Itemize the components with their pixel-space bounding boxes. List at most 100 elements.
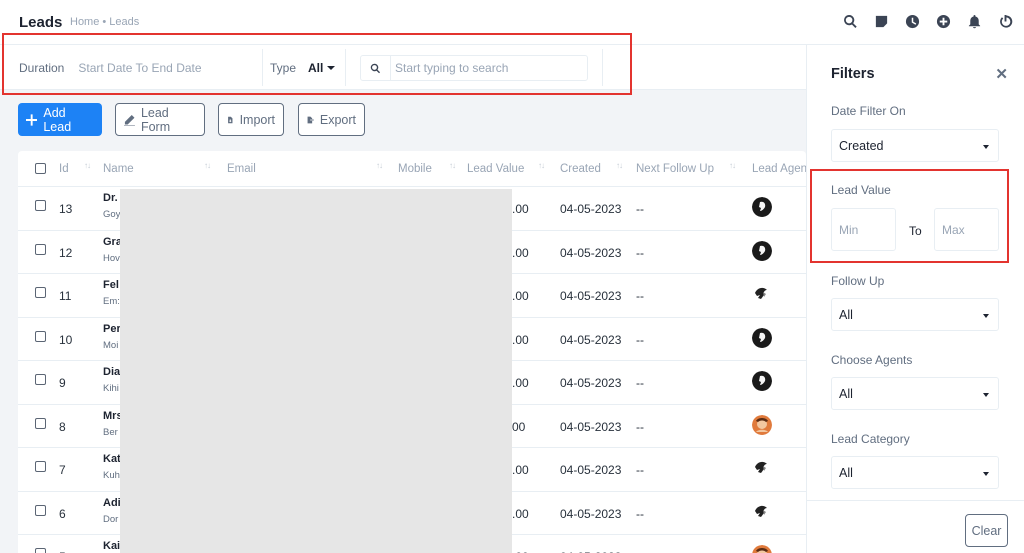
lead-value-max-input[interactable] <box>934 208 999 251</box>
select-all-checkbox[interactable] <box>35 163 46 174</box>
file-export-icon <box>307 116 314 123</box>
row-checkbox[interactable] <box>35 330 46 342</box>
cell-created: 04-05-2023 <box>560 376 622 390</box>
cell-next-follow-up: -- <box>636 332 644 347</box>
col-next-follow-up[interactable]: Next Follow Up <box>636 163 714 175</box>
col-lead-value[interactable]: Lead Value <box>467 163 524 175</box>
add-lead-label: Add Lead <box>43 105 72 134</box>
search-input[interactable] <box>391 61 581 75</box>
bell-icon[interactable] <box>965 12 983 30</box>
add-circle-icon[interactable] <box>934 12 952 30</box>
redacted-region <box>120 189 512 553</box>
col-created[interactable]: Created <box>560 163 601 175</box>
type-select[interactable]: All <box>308 61 335 75</box>
cell-name[interactable]: Kat <box>103 453 121 465</box>
follow-up-select[interactable]: All <box>831 298 999 331</box>
search-field[interactable] <box>360 55 588 81</box>
power-icon[interactable] <box>996 12 1014 30</box>
cell-name[interactable]: Dia <box>103 366 120 378</box>
date-range-input[interactable]: Start Date To End Date <box>78 61 201 75</box>
sort-icon: ↑↓ <box>729 161 736 170</box>
agent-avatar[interactable] <box>752 371 772 391</box>
row-checkbox[interactable] <box>35 504 46 516</box>
agent-avatar[interactable] <box>752 197 772 217</box>
cell-company: Hov <box>103 252 120 264</box>
cell-lead-value: .00 <box>512 376 529 390</box>
row-checkbox[interactable] <box>35 374 46 385</box>
row-checkbox[interactable] <box>35 417 46 429</box>
lead-value-min-input[interactable] <box>831 208 896 251</box>
agent-avatar[interactable] <box>752 501 772 522</box>
sticky-note-icon[interactable] <box>872 12 890 30</box>
import-label: Import <box>239 112 275 127</box>
cell-created: 04-05-2023 <box>560 506 622 521</box>
cell-next-follow-up: -- <box>636 202 644 216</box>
cell-name[interactable]: Adi <box>103 497 121 509</box>
cell-id: 9 <box>59 376 66 390</box>
cell-name[interactable]: Kai <box>103 540 120 552</box>
cell-id: 10 <box>59 332 73 347</box>
filter-bar: Duration Start Date To End Date Type All <box>0 45 806 90</box>
agents-select[interactable]: All <box>831 377 999 410</box>
cell-next-follow-up: -- <box>636 289 644 303</box>
agent-avatar[interactable] <box>752 458 772 478</box>
agent-avatar[interactable] <box>752 240 772 261</box>
clock-icon[interactable] <box>903 12 921 30</box>
pencil-icon <box>124 114 135 125</box>
row-checkbox[interactable] <box>35 200 46 211</box>
agent-avatar[interactable] <box>752 284 772 304</box>
cell-next-follow-up: -- <box>636 419 644 434</box>
col-mobile[interactable]: Mobile <box>398 163 432 175</box>
type-label: Type <box>270 60 297 75</box>
cell-created: 04-05-2023 <box>560 245 622 260</box>
col-email[interactable]: Email <box>227 163 256 175</box>
cell-created: 04-05-2023 <box>560 419 622 434</box>
row-checkbox[interactable] <box>35 548 46 553</box>
lead-category-select[interactable]: All <box>831 456 999 489</box>
panel-divider <box>807 500 1024 501</box>
row-checkbox[interactable] <box>35 287 46 298</box>
agent-avatar[interactable] <box>752 545 772 553</box>
filters-panel: Filters ✕ Date Filter On Created Lead Va… <box>806 45 1024 553</box>
cell-id: 12 <box>59 245 73 260</box>
agent-avatar[interactable] <box>752 327 772 348</box>
cell-created: 04-05-2023 <box>560 332 622 347</box>
sort-icon: ↑↓ <box>204 161 211 170</box>
clear-button[interactable]: Clear <box>965 514 1008 547</box>
cell-lead-value: .00 <box>512 332 529 347</box>
cell-id: 13 <box>59 202 73 216</box>
agent-avatar[interactable] <box>752 414 772 435</box>
cell-created: 04-05-2023 <box>560 289 622 303</box>
file-import-icon <box>228 116 233 123</box>
row-checkbox[interactable] <box>35 243 46 255</box>
import-button[interactable]: Import <box>218 103 284 136</box>
search-icon[interactable] <box>841 12 859 30</box>
lead-form-label: Lead Form <box>140 105 171 134</box>
add-lead-button[interactable]: Add Lead <box>18 103 102 136</box>
row-checkbox[interactable] <box>35 461 46 472</box>
filters-title: Filters <box>831 66 875 82</box>
cell-name[interactable]: Per <box>103 323 121 335</box>
col-id[interactable]: Id <box>59 163 69 175</box>
sort-icon: ↑↓ <box>538 161 545 170</box>
duration-filter[interactable]: Duration Start Date To End Date <box>19 45 202 90</box>
cell-lead-value: .00 <box>512 289 529 303</box>
cell-lead-value: .00 <box>512 245 529 260</box>
close-icon[interactable]: ✕ <box>995 65 1008 83</box>
divider <box>262 49 263 86</box>
cell-name[interactable]: Dr. <box>103 192 118 204</box>
col-lead-agent[interactable]: Lead Agen <box>752 163 806 175</box>
lead-form-button[interactable]: Lead Form <box>115 103 205 136</box>
date-filter-select[interactable]: Created <box>831 129 999 162</box>
cell-name[interactable]: Fel <box>103 279 119 291</box>
cell-company: Kuh <box>103 470 120 481</box>
cell-next-follow-up: -- <box>636 506 644 521</box>
divider <box>345 49 346 86</box>
export-button[interactable]: Export <box>298 103 365 136</box>
lead-category-label: Lead Category <box>831 432 910 446</box>
table-header: Id ↑↓ Name ↑↓ Email ↑↓ Mobile ↑↓ Lead Va… <box>18 151 806 187</box>
col-name[interactable]: Name <box>103 163 134 175</box>
type-filter[interactable]: Type All <box>270 45 335 90</box>
cell-id: 11 <box>59 289 72 303</box>
search-icon <box>361 56 391 80</box>
